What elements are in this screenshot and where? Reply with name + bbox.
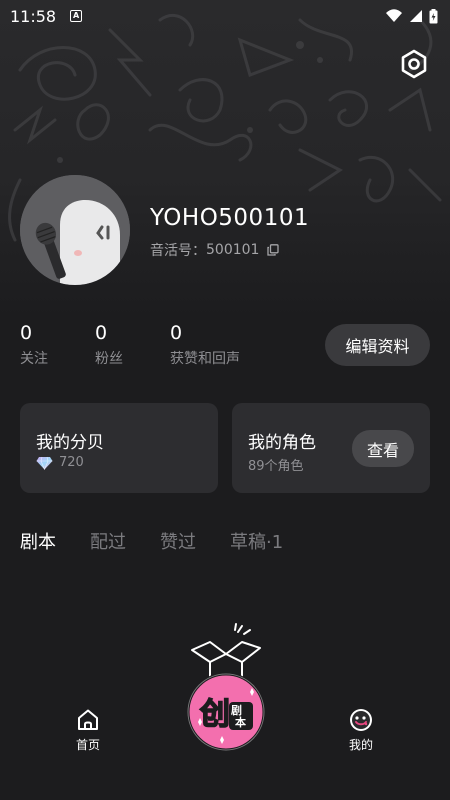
settings-icon[interactable]	[398, 48, 430, 80]
tab-scripts[interactable]: 剧本	[20, 528, 56, 554]
user-id-label: 音活号：	[150, 243, 206, 259]
create-script-button[interactable]: 创 剧 本	[180, 622, 272, 752]
nav-home-label: 首页	[75, 738, 100, 752]
stat-followers-label: 粉丝	[95, 351, 123, 367]
stat-following-label: 关注	[20, 351, 48, 367]
my-characters-count: 89个角色	[248, 459, 304, 474]
create-small-text-2: 本	[235, 715, 246, 729]
status-time: 11:58	[10, 6, 57, 26]
stat-likes[interactable]: 0 获赞和回声	[170, 322, 240, 368]
stat-likes-label: 获赞和回声	[170, 351, 240, 367]
copy-icon[interactable]	[267, 244, 280, 256]
user-id-value: 500101	[206, 242, 260, 258]
edit-profile-button[interactable]: 编辑资料	[325, 324, 430, 366]
my-decibels-title: 我的分贝	[36, 433, 104, 453]
notification-icon: A	[70, 10, 83, 22]
stat-likes-count: 0	[170, 322, 183, 344]
my-characters-card[interactable]: 我的角色 89个角色 查看	[232, 403, 430, 493]
tab-dubbed[interactable]: 配过	[90, 528, 126, 554]
view-characters-button[interactable]: 查看	[352, 430, 414, 467]
content-tabs: 剧本 配过 赞过 草稿·1	[20, 528, 317, 554]
gem-icon	[36, 456, 53, 470]
my-decibels-value: 720	[59, 455, 84, 470]
stat-following[interactable]: 0 关注	[20, 322, 48, 368]
stat-followers[interactable]: 0 粉丝	[95, 322, 123, 368]
smiley-icon	[350, 709, 372, 731]
my-characters-title: 我的角色	[248, 433, 316, 453]
nav-home[interactable]: 首页	[63, 708, 113, 753]
wifi-icon	[386, 9, 402, 22]
my-decibels-value-row: 720	[36, 455, 84, 470]
stat-following-count: 0	[20, 322, 33, 344]
create-small-text-1: 剧	[231, 703, 242, 717]
home-icon	[78, 709, 98, 730]
battery-icon	[429, 8, 438, 23]
create-big-text: 创	[199, 697, 230, 732]
tab-liked[interactable]: 赞过	[160, 528, 196, 554]
nav-me[interactable]: 我的	[336, 708, 386, 753]
user-id-row: 音活号： 500101	[150, 240, 280, 260]
create-script-icon: 创 剧 本	[186, 623, 266, 752]
avatar[interactable]	[20, 175, 130, 285]
status-bar: 11:58 A	[0, 0, 450, 32]
my-decibels-card[interactable]: 我的分贝 720	[20, 403, 218, 493]
username: YOHO500101	[150, 205, 310, 231]
nav-me-label: 我的	[348, 738, 373, 752]
stat-followers-count: 0	[95, 322, 108, 344]
tab-drafts[interactable]: 草稿·1	[230, 528, 283, 554]
ghost-with-microphone-illustration	[20, 175, 130, 285]
signal-icon	[410, 10, 422, 22]
